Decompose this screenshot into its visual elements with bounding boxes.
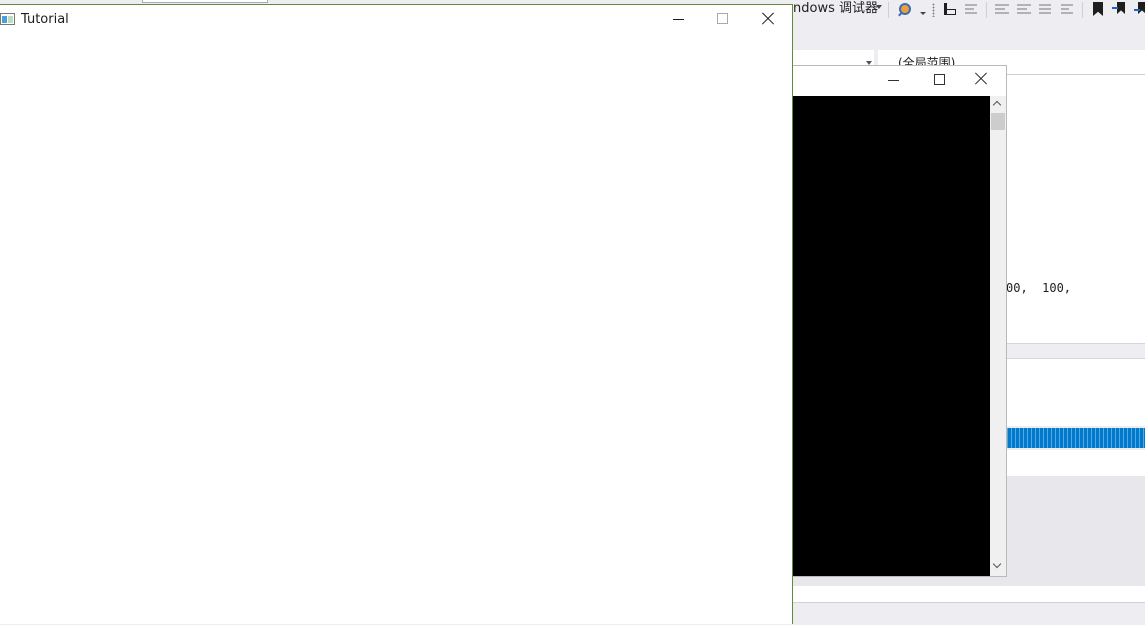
tutorial-client-area[interactable] [0,34,791,624]
console-window [760,65,1007,577]
next-bookmark-icon[interactable] [1134,1,1145,17]
chevron-down-icon[interactable] [920,12,926,15]
tutorial-window: Tutorial [0,4,793,624]
toolbar-separator [986,2,987,18]
console-title-bar[interactable] [761,66,1006,96]
close-icon[interactable] [974,72,988,86]
maximize-icon[interactable] [934,74,945,85]
console-scrollbar[interactable] [990,96,1006,576]
bookmark-icon[interactable] [1090,1,1106,17]
tutorial-title-bar[interactable]: Tutorial [0,5,791,34]
format-icon[interactable] [964,1,980,17]
scroll-down-arrow-icon[interactable] [992,559,1002,569]
toolbar-separator [1082,2,1083,18]
console-output[interactable] [761,96,990,576]
comment-icon[interactable] [1038,1,1054,17]
window-title: Tutorial [21,12,69,27]
scroll-up-arrow-icon[interactable] [992,100,1002,110]
maximize-icon[interactable] [717,13,728,24]
minimize-icon[interactable] [673,19,684,20]
toolbar-grip-icon[interactable] [932,3,935,17]
scroll-thumb[interactable] [991,113,1005,130]
status-bar [793,602,1145,625]
find-in-files-icon[interactable] [897,1,913,17]
dropdown-arrow-icon[interactable] [876,5,882,9]
outdent-icon[interactable] [994,1,1010,17]
close-icon[interactable] [761,12,775,26]
indent-icon[interactable] [1016,1,1032,17]
uncomment-icon[interactable] [1060,1,1076,17]
app-window-icon [0,13,15,25]
code-line: 00, 100, [1006,281,1072,295]
minimize-icon[interactable] [888,80,899,81]
tool-window-footer [793,586,1145,602]
previous-bookmark-icon[interactable] [1112,1,1128,17]
vs-debugger-target-dropdown[interactable]: ndows 调试器 [793,0,878,18]
progress-bar [1007,428,1145,448]
toolbar-separator [888,2,889,18]
navigate-up-icon[interactable] [942,1,958,17]
